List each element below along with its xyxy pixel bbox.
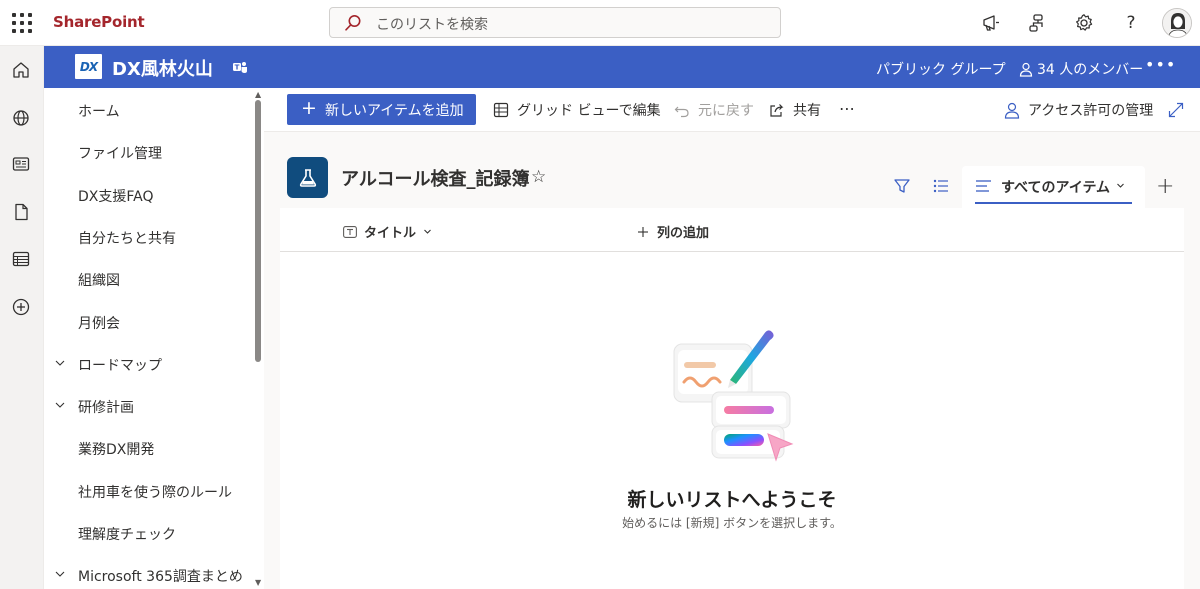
document-icon[interactable]: [10, 201, 32, 223]
column-header-row: タイトル 列の追加: [280, 208, 1184, 252]
nav-item-label: 研修計画: [78, 400, 134, 417]
share-button[interactable]: 共有: [769, 100, 821, 120]
flask-icon: [287, 157, 328, 198]
empty-state-subtitle: 始めるには [新規] ボタンを選択します。: [622, 516, 842, 530]
plus-icon: +: [301, 97, 317, 119]
nav-item-label: 月例会: [78, 315, 120, 332]
column-header-title[interactable]: タイトル: [343, 222, 432, 241]
favorite-star-icon[interactable]: ☆: [531, 167, 546, 187]
nav-item[interactable]: ホーム: [44, 90, 254, 132]
nav-item[interactable]: 研修計画: [44, 386, 254, 428]
access-button[interactable]: アクセス許可の管理: [1004, 100, 1153, 120]
search-box[interactable]: このリストを検索: [329, 7, 781, 38]
suite-bar: SharePoint このリストを検索 ?: [0, 0, 1200, 46]
search-icon: [345, 15, 361, 31]
empty-list-illustration: [673, 330, 794, 462]
grid-icon: [493, 102, 509, 118]
nav-item[interactable]: DX支援FAQ: [44, 175, 254, 217]
nav-scrollbar[interactable]: [255, 100, 261, 362]
nav-item[interactable]: 月例会: [44, 302, 254, 344]
nav-item[interactable]: Microsoft 365調査まとめ: [44, 555, 254, 589]
command-bar: + 新しいアイテムを追加 グリッド ビューで編集 元に戻す 共有 ⋯ アクセス許…: [264, 88, 1200, 132]
nav-item-label: 組織図: [78, 273, 120, 290]
home-icon[interactable]: [10, 59, 32, 81]
app-launcher-icon[interactable]: [8, 9, 36, 37]
new-item-button[interactable]: + 新しいアイテムを追加: [287, 94, 476, 125]
undo-button[interactable]: 元に戻す: [674, 100, 754, 120]
share-icon: [770, 104, 784, 117]
more-commands-button[interactable]: ⋯: [839, 98, 855, 118]
gear-icon[interactable]: [1073, 12, 1095, 34]
network-icon[interactable]: [1027, 12, 1049, 34]
scroll-down-arrow[interactable]: ▼: [255, 578, 261, 587]
nav-item[interactable]: 組織図: [44, 259, 254, 301]
nav-item[interactable]: 社用車を使う際のルール: [44, 471, 254, 513]
list-icon[interactable]: [10, 248, 32, 270]
app-name[interactable]: SharePoint: [53, 13, 145, 31]
teams-icon[interactable]: T: [232, 59, 248, 75]
more-icon[interactable]: •••: [1145, 55, 1176, 74]
megaphone-icon[interactable]: [980, 12, 1002, 34]
nav-item[interactable]: 理解度チェック: [44, 513, 254, 555]
group-type-label: パブリック グループ: [876, 62, 1006, 78]
help-icon[interactable]: ?: [1120, 12, 1142, 34]
nav-item-label: ロードマップ: [78, 357, 162, 374]
details-pane-icon[interactable]: [932, 177, 950, 195]
empty-state-title: 新しいリストへようこそ: [627, 489, 837, 511]
chevron-down-icon[interactable]: [54, 357, 66, 369]
chevron-down-icon: [424, 229, 431, 234]
expand-icon[interactable]: [1168, 100, 1184, 120]
globe-icon[interactable]: [10, 107, 32, 129]
create-icon[interactable]: [10, 296, 32, 318]
chevron-down-icon: [1117, 183, 1124, 188]
nav-item-label: ホーム: [78, 104, 120, 120]
site-title[interactable]: DX風林火山: [112, 55, 213, 81]
nav-item[interactable]: 業務DX開発: [44, 428, 254, 470]
grid-view-button[interactable]: グリッド ビューで編集: [493, 100, 661, 120]
view-list-icon: [976, 180, 991, 192]
avatar[interactable]: [1162, 8, 1192, 38]
view-selector[interactable]: すべてのアイテム: [962, 166, 1145, 208]
person-icon: [1004, 102, 1020, 119]
add-view-button[interactable]: +: [1156, 174, 1174, 199]
person-icon: [1019, 62, 1033, 77]
list-title: アルコール検査_記録簿: [341, 169, 530, 190]
filter-icon[interactable]: [893, 177, 911, 195]
members-button[interactable]: 34 人のメンバー: [1019, 59, 1143, 79]
text-field-icon: [343, 225, 357, 238]
view-name: すべてのアイテム: [1001, 180, 1111, 196]
nav-item-label: ファイル管理: [78, 146, 162, 163]
undo-icon: [674, 106, 689, 118]
view-tab-underline: [975, 202, 1132, 204]
nav-item-label: 社用車を使う際のルール: [78, 484, 232, 501]
news-icon[interactable]: [10, 153, 32, 175]
svg-text:T: T: [235, 64, 240, 72]
search-input[interactable]: このリストを検索: [376, 14, 488, 34]
nav-item[interactable]: ロードマップ: [44, 344, 254, 386]
members-count: 34 人のメンバー: [1037, 62, 1144, 78]
nav-item[interactable]: 自分たちと共有: [44, 217, 254, 259]
app-rail: [0, 46, 44, 589]
nav-item-label: Microsoft 365調査まとめ: [78, 569, 243, 586]
nav-item[interactable]: ファイル管理: [44, 132, 254, 174]
left-navigation: ホームファイル管理 DX支援FAQ 自分たちと共有 組織図月例会ロードマップ 研修計画業…: [44, 88, 264, 589]
site-logo[interactable]: DX: [75, 54, 102, 79]
chevron-down-icon[interactable]: [54, 568, 66, 580]
plus-icon: [638, 226, 648, 237]
nav-item-label: DX支援FAQ: [78, 188, 154, 205]
site-header: DX DX風林火山 T パブリック グループ 34 人のメンバー •••: [44, 46, 1200, 88]
chevron-down-icon[interactable]: [54, 399, 66, 411]
add-column-button[interactable]: 列の追加: [637, 222, 709, 241]
scroll-up-arrow[interactable]: ▲: [255, 90, 261, 99]
nav-item-label: 理解度チェック: [78, 527, 176, 543]
nav-item-label: 自分たちと共有: [78, 230, 176, 247]
nav-item-label: 業務DX開発: [78, 442, 155, 459]
